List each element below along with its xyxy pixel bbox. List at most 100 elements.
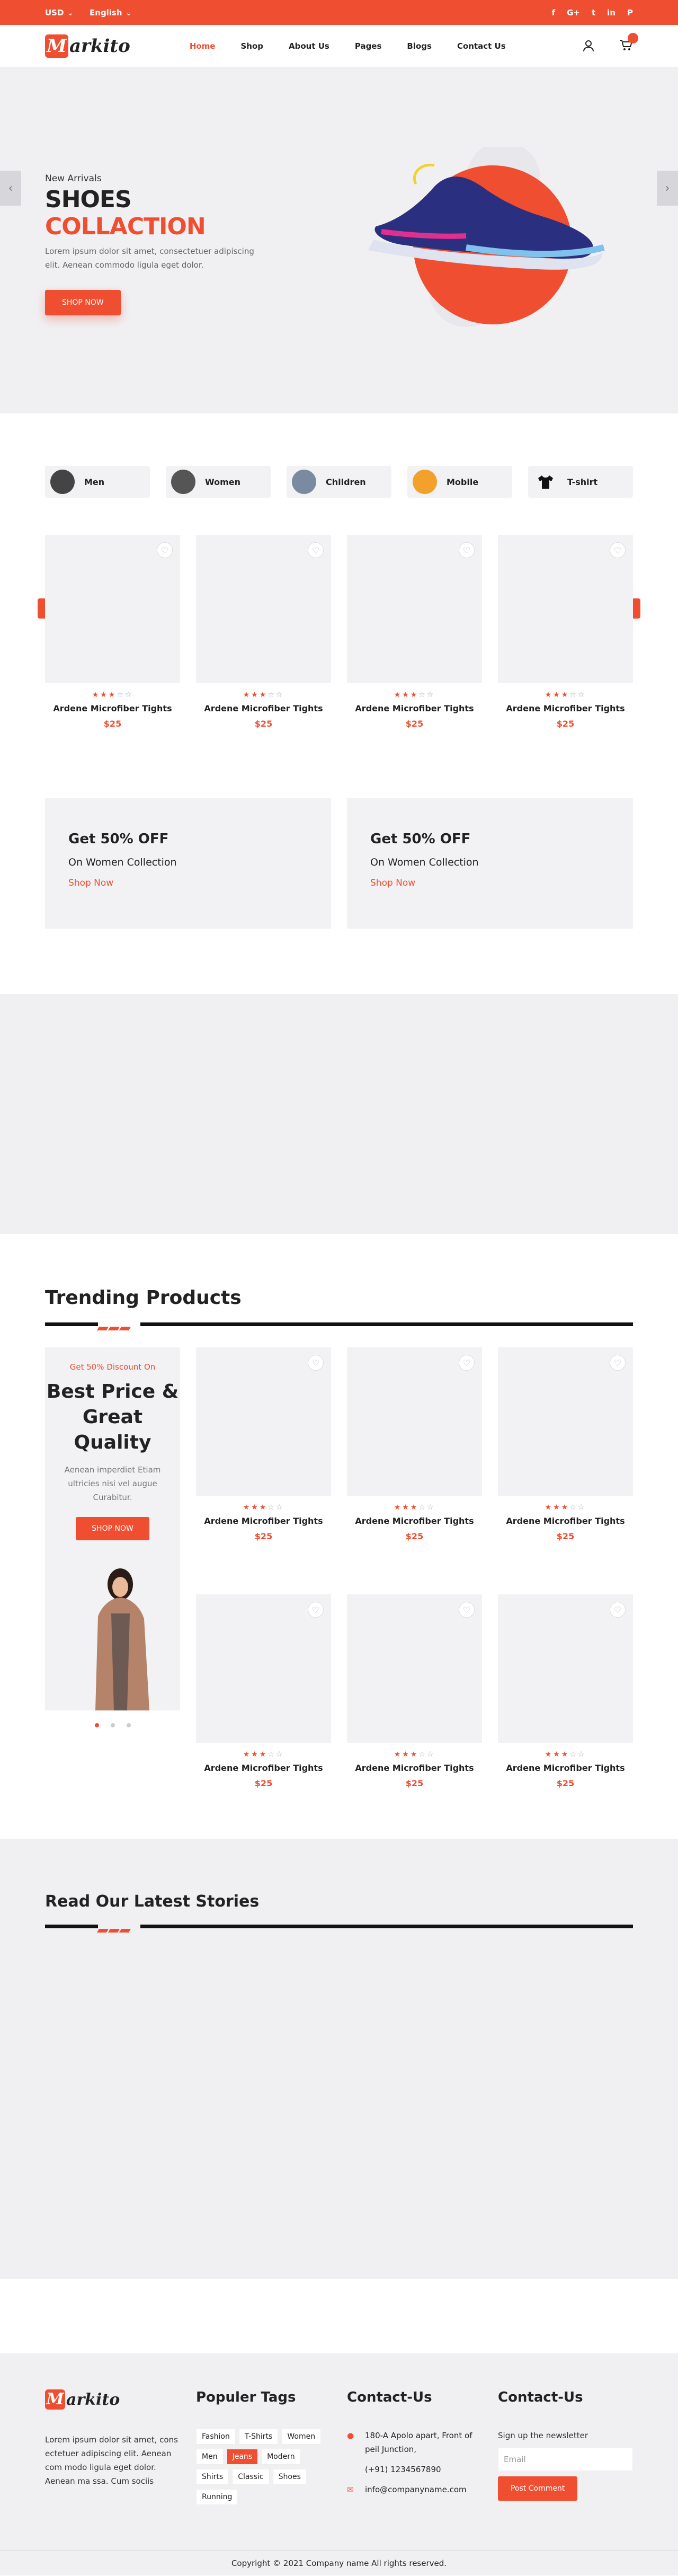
heart-icon[interactable]: ♡: [157, 542, 173, 558]
product-price: $25: [405, 1531, 424, 1541]
hero-next-button[interactable]: ›: [657, 171, 678, 206]
newsletter-title: Contact-Us: [498, 2389, 583, 2405]
twitter-icon[interactable]: t: [592, 8, 595, 17]
heart-icon[interactable]: ♡: [610, 1602, 626, 1618]
cart-badge: [628, 33, 638, 43]
trending-shop-now-button[interactable]: SHOP NOW: [76, 1517, 149, 1540]
product-card[interactable]: ♡ ★★★☆☆ Ardene Microfiber Tights $25: [196, 1594, 331, 1788]
rating-stars: ★★★☆☆: [243, 1750, 284, 1759]
heart-icon[interactable]: ♡: [308, 1602, 324, 1618]
women-avatar: [171, 470, 195, 494]
currency-value: USD: [45, 7, 64, 17]
nav-blogs[interactable]: Blogs: [407, 41, 432, 51]
product-name: Ardene Microfiber Tights: [355, 1763, 474, 1773]
tag[interactable]: Classic: [232, 2469, 270, 2485]
trending-promo-card: Get 50% Discount On Best Price & Great Q…: [45, 1347, 180, 1710]
product-card[interactable]: ♡ ★★★☆☆ Ardene Microfiber Tights $25: [498, 1347, 633, 1541]
tag[interactable]: Shoes: [272, 2469, 307, 2485]
heart-icon[interactable]: ♡: [610, 1355, 626, 1371]
category-men[interactable]: Men: [45, 466, 150, 498]
product-price: $25: [405, 1778, 424, 1788]
product-image: ♡: [196, 535, 331, 683]
nav-home[interactable]: Home: [190, 41, 216, 51]
promo-shop-link[interactable]: Shop Now: [68, 878, 308, 888]
heart-icon[interactable]: ♡: [459, 1602, 475, 1618]
rating-stars: ★★★☆☆: [394, 691, 435, 699]
product-name: Ardene Microfiber Tights: [204, 703, 323, 713]
promo-banner: Get 50% OFF On Women Collection Shop Now: [347, 798, 633, 929]
category-women[interactable]: Women: [166, 466, 271, 498]
tag[interactable]: Jeans: [226, 2449, 258, 2465]
shoe-image: [368, 147, 605, 327]
footer: Markito Lorem ipsum dolor sit amet, cons…: [0, 2353, 678, 2575]
product-image: ♡: [196, 1594, 331, 1743]
heart-icon[interactable]: ♡: [610, 542, 626, 558]
rating-stars: ★★★☆☆: [545, 691, 586, 699]
user-icon[interactable]: [583, 40, 594, 52]
promo-title: Get 50% OFF: [370, 831, 471, 847]
hero-shop-now-button[interactable]: SHOP NOW: [45, 290, 121, 315]
heart-icon[interactable]: ♡: [459, 542, 475, 558]
tag[interactable]: Running: [196, 2489, 238, 2505]
language-select[interactable]: English ⌄: [90, 8, 132, 17]
product-card[interactable]: ♡ ★★★☆☆ Ardene Microfiber Tights $25: [347, 535, 482, 729]
nav-pages[interactable]: Pages: [355, 41, 382, 51]
tags-title: Populer Tags: [196, 2389, 296, 2405]
logo-mark: M: [45, 34, 68, 58]
email-text[interactable]: info@companyname.com: [365, 2483, 467, 2496]
post-comment-button[interactable]: Post Comment: [498, 2476, 578, 2501]
tag[interactable]: Shirts: [196, 2469, 229, 2485]
product-image: ♡: [347, 1594, 482, 1743]
tag[interactable]: T-Shirts: [238, 2429, 279, 2445]
product-card[interactable]: ♡ ★★★☆☆ Ardene Microfiber Tights $25: [498, 535, 633, 729]
product-name: Ardene Microfiber Tights: [506, 1763, 625, 1773]
category-tshirt[interactable]: T-shirt: [528, 466, 633, 498]
rating-stars: ★★★☆☆: [243, 1503, 284, 1512]
linkedin-icon[interactable]: in: [607, 8, 615, 17]
chevron-left-icon: ‹: [8, 181, 13, 195]
product-image: ♡: [45, 535, 180, 683]
logo[interactable]: Markito: [45, 34, 130, 58]
promo-shop-link[interactable]: Shop Now: [370, 878, 610, 888]
heart-icon[interactable]: ♡: [308, 1355, 324, 1371]
chevron-down-icon: ⌄: [67, 7, 74, 17]
product-card[interactable]: ♡ ★★★☆☆ Ardene Microfiber Tights $25: [196, 535, 331, 729]
chevron-right-icon: ›: [665, 181, 670, 195]
product-card[interactable]: ♡ ★★★☆☆ Ardene Microfiber Tights $25: [498, 1594, 633, 1788]
category-label: T-shirt: [567, 477, 598, 487]
product-card[interactable]: ♡ ★★★☆☆ Ardene Microfiber Tights $25: [347, 1347, 482, 1541]
footer-logo[interactable]: Markito: [45, 2389, 180, 2410]
promo-banner: Get 50% OFF On Women Collection Shop Now: [45, 798, 331, 929]
promo-title: Get 50% OFF: [68, 831, 169, 847]
product-card[interactable]: ♡ ★★★☆☆ Ardene Microfiber Tights $25: [196, 1347, 331, 1541]
nav-contact[interactable]: Contact Us: [457, 41, 506, 51]
dot[interactable]: [110, 1723, 115, 1727]
contact-address: ● 180-A Apolo apart, Front of peil Juncti…: [347, 2429, 482, 2456]
google-plus-icon[interactable]: G+: [567, 8, 580, 17]
product-card[interactable]: ♡ ★★★☆☆ Ardene Microfiber Tights $25: [347, 1594, 482, 1788]
newsletter-email-input[interactable]: Email: [498, 2448, 633, 2471]
dot[interactable]: [126, 1723, 131, 1727]
trending-title: Trending Products: [45, 1287, 242, 1309]
rating-stars: ★★★☆☆: [394, 1503, 435, 1512]
currency-select[interactable]: USD ⌄: [45, 8, 74, 17]
product-price: $25: [254, 1531, 273, 1541]
facebook-icon[interactable]: f: [552, 8, 556, 17]
cart-button[interactable]: [619, 33, 638, 53]
pinterest-icon[interactable]: P: [627, 8, 633, 17]
nav-about[interactable]: About Us: [289, 41, 329, 51]
category-mobile[interactable]: Mobile: [407, 466, 512, 498]
nav-shop[interactable]: Shop: [240, 41, 263, 51]
category-children[interactable]: Children: [287, 466, 391, 498]
heart-icon[interactable]: ♡: [308, 542, 324, 558]
product-card[interactable]: ♡ ★★★☆☆ Ardene Microfiber Tights $25: [45, 535, 180, 729]
tag[interactable]: Fashion: [196, 2429, 236, 2445]
heart-icon[interactable]: ♡: [459, 1355, 475, 1371]
hero-prev-button[interactable]: ‹: [0, 171, 21, 206]
footer-about: Lorem ipsum dolor sit amet, cons ectetue…: [45, 2435, 178, 2486]
dot[interactable]: [94, 1723, 99, 1727]
tag[interactable]: Men: [196, 2449, 224, 2465]
tag[interactable]: Women: [281, 2429, 322, 2445]
tag[interactable]: Modern: [261, 2449, 301, 2465]
product-carousel: ‹ › ♡★★★☆☆Ardene Microfiber Tights$25 ♡★…: [38, 535, 640, 729]
